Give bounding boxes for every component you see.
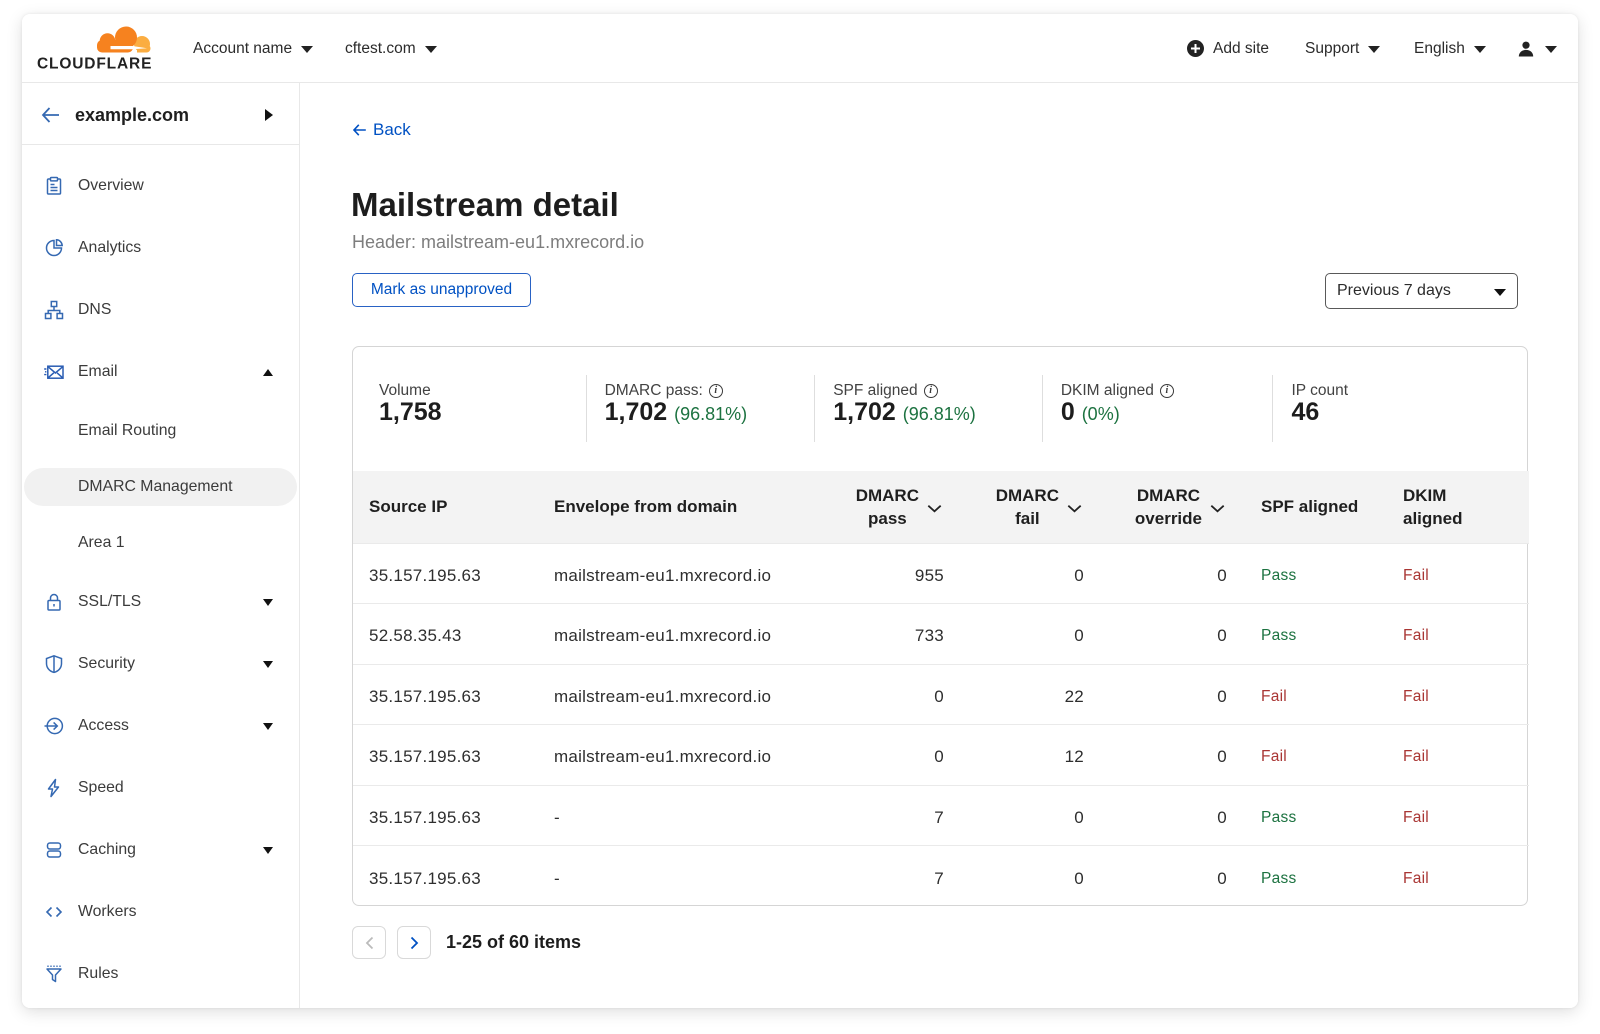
svg-text:CLOUDFLARE: CLOUDFLARE	[37, 56, 152, 73]
